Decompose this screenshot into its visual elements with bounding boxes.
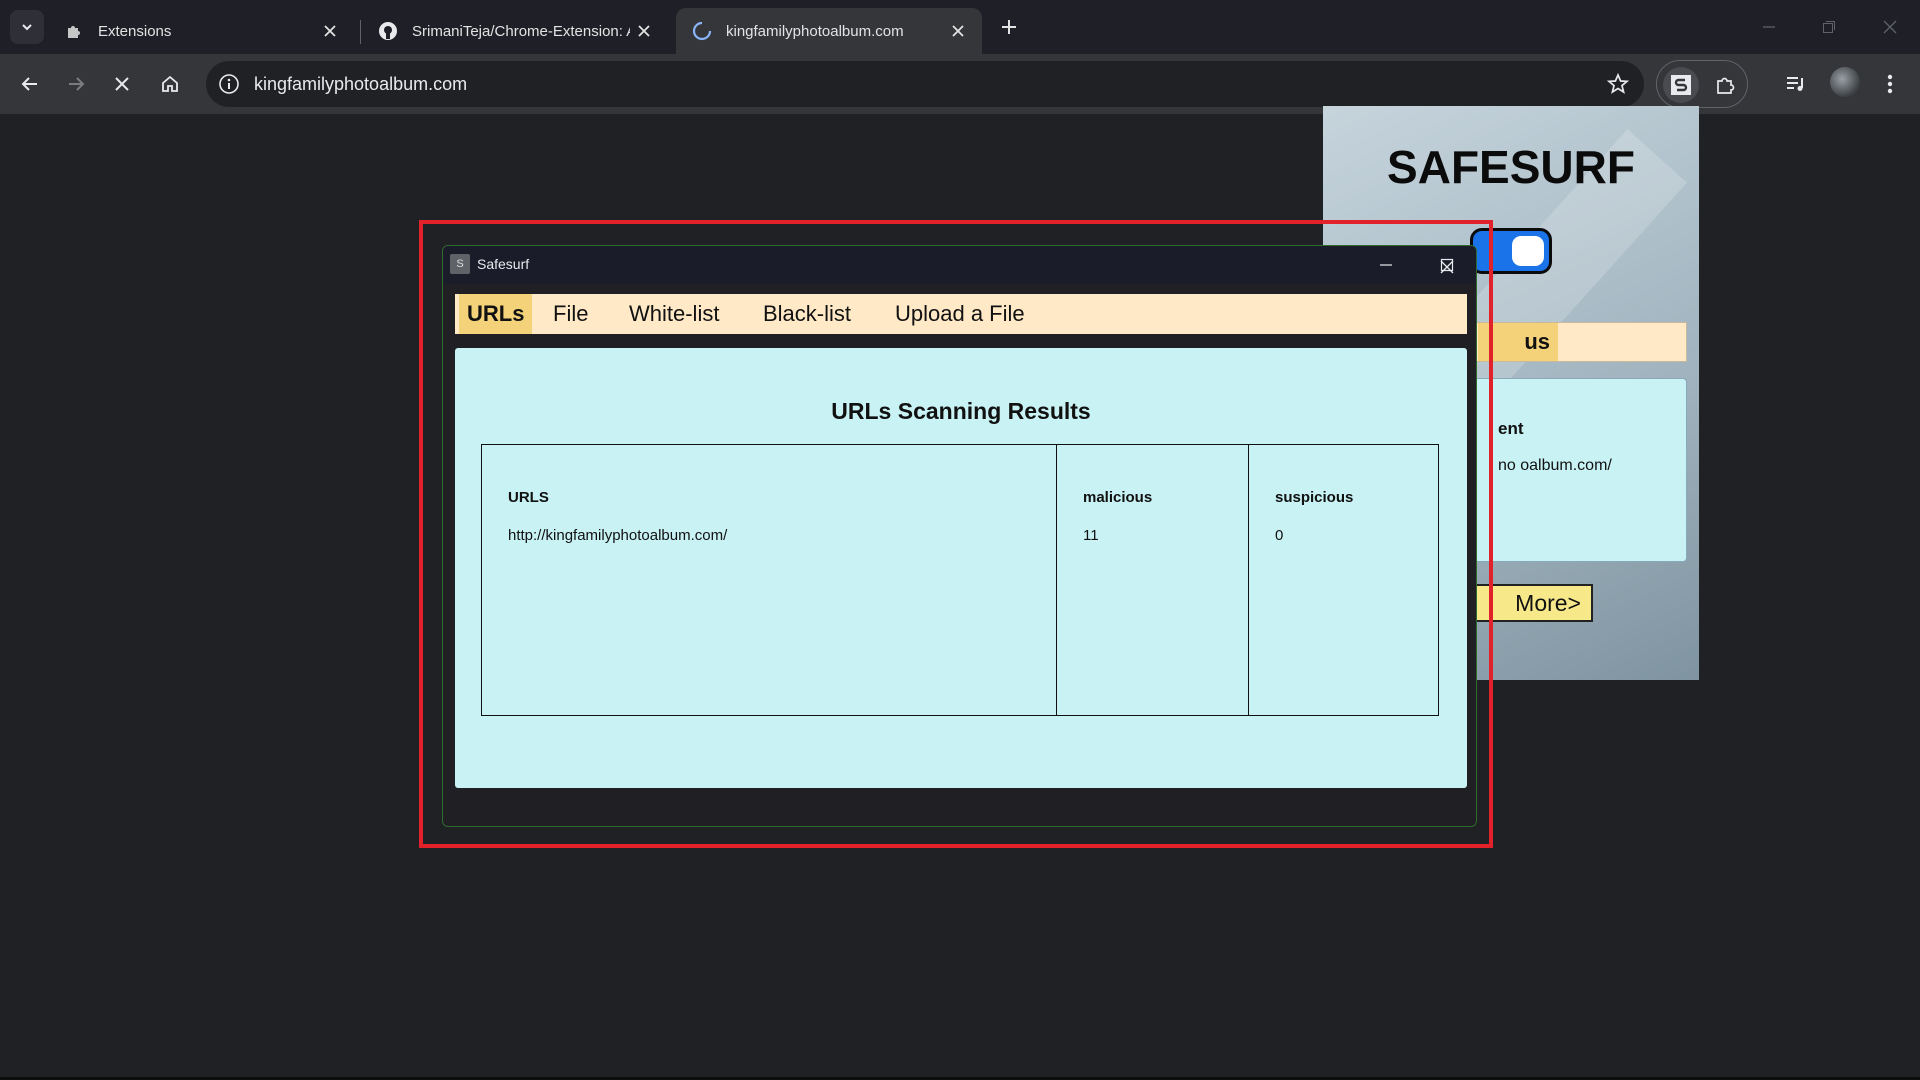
close-icon <box>1440 260 1454 274</box>
protection-toggle[interactable] <box>1470 228 1552 274</box>
close-icon <box>115 77 129 91</box>
menu-file[interactable]: File <box>545 294 596 334</box>
close-icon <box>1883 20 1897 34</box>
menu-bar: URLs File White-list Black-list Upload a… <box>455 294 1467 334</box>
results-heading: URLs Scanning Results <box>831 398 1091 424</box>
results-panel: URLs Scanning Results URLS http://kingfa… <box>455 348 1467 788</box>
chevron-down-icon <box>22 24 32 31</box>
puzzle-icon <box>1717 77 1735 94</box>
popup-tab-selected[interactable]: us <box>1478 323 1558 361</box>
tab-search-button[interactable] <box>10 10 44 44</box>
menu-upload-file[interactable]: Upload a File <box>887 294 1033 334</box>
tab-extensions[interactable]: Extensions <box>48 8 354 54</box>
profile-avatar[interactable] <box>1830 67 1860 97</box>
address-bar[interactable]: kingfamilyphotoalbum.com <box>206 61 1644 107</box>
tab-github[interactable]: SrimaniTeja/Chrome-Extension: An <box>362 8 668 54</box>
forward-button[interactable] <box>58 66 94 102</box>
tab-separator <box>360 20 361 44</box>
tab-active-site[interactable]: kingfamilyphotoalbum.com <box>676 8 982 54</box>
info-icon[interactable] <box>218 73 240 95</box>
address-text[interactable]: kingfamilyphotoalbum.com <box>254 74 467 95</box>
home-icon <box>162 75 178 92</box>
window-title: Safesurf <box>477 256 530 272</box>
column-malicious: malicious 11 <box>1056 445 1248 715</box>
table-cell-suspicious: 0 <box>1275 527 1284 544</box>
home-button[interactable] <box>152 66 188 102</box>
tab-title: Extensions <box>98 22 172 40</box>
tab-title: kingfamilyphotoalbum.com <box>726 22 904 40</box>
popup-recent-label: ent <box>1498 419 1524 438</box>
plus-icon <box>1002 20 1016 34</box>
column-header: suspicious <box>1275 489 1354 506</box>
media-controls-button[interactable] <box>1778 66 1814 102</box>
minimize-button[interactable] <box>1754 12 1784 42</box>
playlist-music-icon <box>1787 77 1803 91</box>
window-titlebar[interactable]: S Safesurf <box>443 246 1476 284</box>
loading-spinner-icon <box>692 21 712 41</box>
minimize-icon <box>1380 264 1392 266</box>
column-urls: URLS http://kingfamilyphotoalbum.com/ <box>482 445 1056 715</box>
tab-strip: Extensions SrimaniTeja/Chrome-Extension:… <box>0 0 1920 54</box>
table-cell-malicious: 11 <box>1083 527 1099 544</box>
safesurf-extension-button[interactable] <box>1663 67 1699 103</box>
app-icon: S <box>450 254 470 274</box>
menu-black-list[interactable]: Black-list <box>755 294 859 334</box>
new-tab-button[interactable] <box>994 12 1024 42</box>
restore-icon <box>1823 21 1835 33</box>
github-icon <box>378 21 398 41</box>
close-window-button[interactable] <box>1875 12 1905 42</box>
results-table: URLS http://kingfamilyphotoalbum.com/ ma… <box>481 444 1439 716</box>
tab-title: SrimaniTeja/Chrome-Extension: An <box>412 22 630 40</box>
popup-recent-url: no oalbum.com/ <box>1498 457 1612 474</box>
window-close-icon-wrap[interactable] <box>1435 255 1459 279</box>
column-suspicious: suspicious 0 <box>1248 445 1437 715</box>
column-header: URLS <box>508 489 549 506</box>
minimize-icon <box>1763 26 1775 28</box>
arrow-right-icon <box>69 77 85 91</box>
kebab-menu-icon <box>1887 74 1893 94</box>
menu-white-list[interactable]: White-list <box>621 294 727 334</box>
popup-title: SAFESURF <box>1387 141 1635 193</box>
column-header: malicious <box>1083 489 1153 506</box>
star-icon[interactable] <box>1606 72 1630 96</box>
arrow-left-icon <box>21 77 37 91</box>
chrome-menu-button[interactable] <box>1872 66 1908 102</box>
puzzle-icon <box>64 21 84 41</box>
close-icon[interactable] <box>634 21 654 41</box>
browser-toolbar: kingfamilyphotoalbum.com <box>0 54 1920 114</box>
safesurf-window: S Safesurf URLs File White-list Black-li… <box>442 245 1477 827</box>
extensions-group <box>1656 60 1748 108</box>
restore-button[interactable] <box>1814 12 1844 42</box>
back-button[interactable] <box>12 66 48 102</box>
toggle-knob <box>1512 236 1544 266</box>
extensions-menu-button[interactable] <box>1707 67 1743 103</box>
close-icon[interactable] <box>948 21 968 41</box>
window-minimize-button[interactable] <box>1366 250 1406 280</box>
stop-button[interactable] <box>104 66 140 102</box>
safesurf-s-icon <box>1671 75 1691 95</box>
table-cell-url: http://kingfamilyphotoalbum.com/ <box>508 527 728 544</box>
menu-urls[interactable]: URLs <box>459 294 533 334</box>
close-icon[interactable] <box>320 21 340 41</box>
